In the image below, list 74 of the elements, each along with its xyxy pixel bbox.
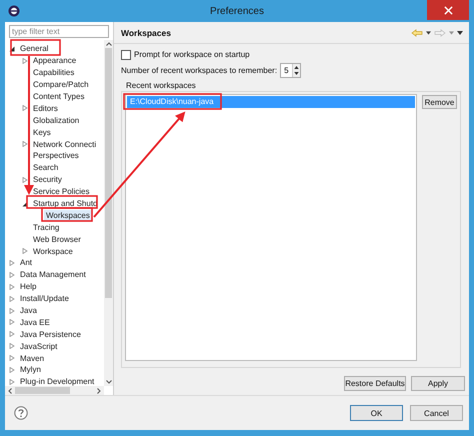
tree-item[interactable]: JavaScript: [18, 340, 60, 352]
collapsed-triangle-icon[interactable]: [9, 308, 15, 314]
close-button[interactable]: [427, 0, 469, 20]
collapsed-triangle-icon[interactable]: [9, 260, 15, 266]
expanded-triangle-icon[interactable]: [22, 200, 28, 207]
checkbox[interactable]: [121, 50, 131, 60]
page-button[interactable]: Restore Defaults: [344, 376, 406, 391]
help-icon[interactable]: [14, 406, 28, 420]
horizontal-scrollbar[interactable]: [5, 386, 104, 395]
tree-item[interactable]: Data Management: [18, 269, 88, 280]
close-icon: [444, 6, 452, 14]
dialog-button[interactable]: Cancel: [410, 405, 463, 421]
annotation-box: [41, 207, 93, 222]
collapsed-triangle-icon[interactable]: [22, 141, 28, 148]
tree-item[interactable]: Tracing: [31, 222, 62, 233]
page-title: Workspaces: [121, 28, 171, 38]
vertical-scrollbar[interactable]: [104, 40, 113, 386]
tree-item[interactable]: Editors: [31, 102, 60, 114]
tree-item[interactable]: Ant: [18, 257, 34, 268]
remove-button[interactable]: Remove: [422, 95, 457, 109]
collapsed-triangle-icon[interactable]: [9, 284, 15, 290]
annotation-box: [10, 39, 61, 56]
window-title: Preferences: [209, 6, 265, 16]
collapsed-triangle-icon[interactable]: [9, 272, 15, 278]
page-button[interactable]: Apply: [411, 376, 465, 391]
view-menu-icon[interactable]: [457, 30, 463, 34]
collapsed-triangle-icon[interactable]: [9, 378, 15, 385]
tree-item[interactable]: Keys: [31, 126, 53, 138]
collapsed-triangle-icon[interactable]: [9, 355, 15, 362]
tree-item[interactable]: Help: [18, 281, 38, 292]
tree-item[interactable]: Install/Update: [18, 293, 71, 304]
scroll-left-icon[interactable]: [8, 388, 12, 394]
expanded-triangle-icon[interactable]: [9, 46, 15, 52]
tree-item[interactable]: Java: [18, 305, 39, 316]
field-label: Number of recent workspaces to remember:: [121, 66, 278, 75]
collapsed-triangle-icon[interactable]: [9, 319, 15, 326]
tree-item[interactable]: Compare/Patch: [31, 79, 91, 90]
collapsed-triangle-icon[interactable]: [22, 58, 28, 64]
tree-item[interactable]: Search: [31, 162, 60, 174]
group-label: Recent workspaces: [126, 81, 197, 90]
tree-item[interactable]: General: [18, 43, 50, 54]
scroll-right-icon[interactable]: [97, 388, 101, 394]
tree-item[interactable]: Workspace: [31, 246, 75, 257]
collapsed-triangle-icon[interactable]: [9, 296, 15, 302]
collapsed-triangle-icon[interactable]: [22, 248, 28, 254]
tree-item[interactable]: Appearance: [31, 55, 78, 66]
scroll-down-icon[interactable]: [106, 380, 112, 384]
tree-item[interactable]: Plug-in Development: [18, 376, 96, 386]
tree-item[interactable]: Security: [31, 174, 64, 186]
scroll-up-icon[interactable]: [106, 42, 112, 46]
collapsed-triangle-icon[interactable]: [22, 105, 28, 112]
collapsed-triangle-icon[interactable]: [9, 343, 15, 350]
spin-down-icon[interactable]: [294, 72, 299, 76]
number-spinner[interactable]: 5: [280, 63, 301, 78]
tree-item[interactable]: Maven: [18, 352, 46, 364]
checkbox-label: Prompt for workspace on startup: [134, 50, 250, 59]
tree-item[interactable]: Perspectives: [31, 150, 81, 162]
tree-item[interactable]: Java EE: [18, 316, 52, 328]
tree-item[interactable]: Java Persistence: [18, 328, 83, 340]
tree-item[interactable]: Globalization: [31, 114, 82, 126]
tree-item[interactable]: Mylyn: [18, 364, 43, 376]
tree-item[interactable]: Capabilities: [31, 67, 76, 78]
collapsed-triangle-icon[interactable]: [9, 366, 15, 373]
filter-field[interactable]: type filter text: [9, 25, 109, 38]
tree-item[interactable]: Service Policies: [31, 186, 92, 198]
tree-item[interactable]: Web Browser: [31, 234, 83, 245]
dropdown-caret-icon[interactable]: [426, 30, 431, 34]
spin-up-icon[interactable]: [294, 66, 299, 69]
collapsed-triangle-icon[interactable]: [22, 176, 28, 183]
dialog-button[interactable]: OK: [350, 405, 403, 421]
tree-item[interactable]: Workspaces: [44, 210, 92, 221]
tree-item[interactable]: Content Types: [31, 91, 86, 102]
tree-item[interactable]: Network Connecti: [31, 138, 98, 150]
collapsed-triangle-icon[interactable]: [9, 331, 15, 338]
